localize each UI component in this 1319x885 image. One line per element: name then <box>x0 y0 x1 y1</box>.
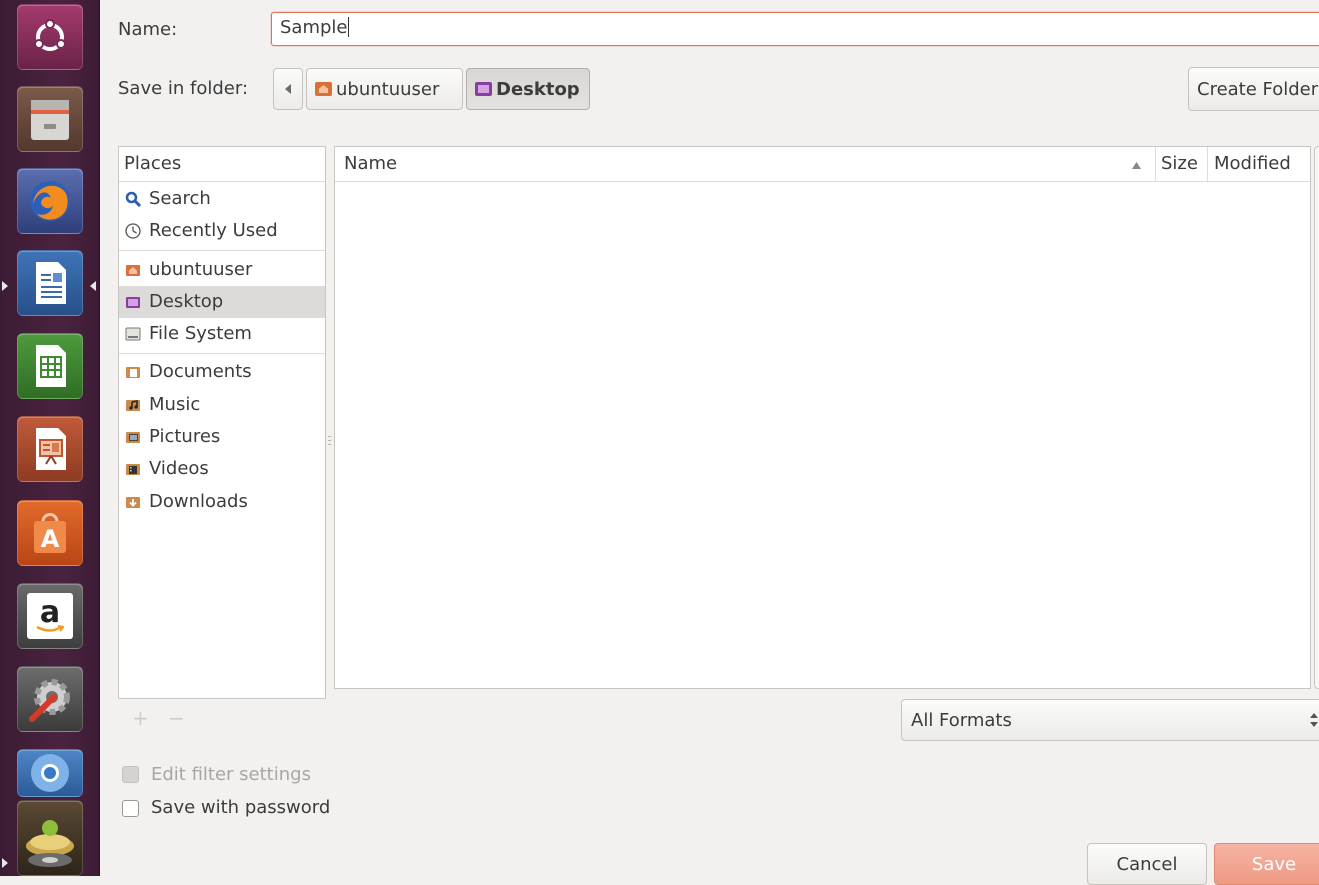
column-header-size[interactable]: Size <box>1161 147 1198 181</box>
save-with-password-label: Save with password <box>151 797 331 818</box>
name-input[interactable]: Sample <box>271 12 1319 46</box>
active-indicator <box>90 281 96 291</box>
expand-indicator <box>2 858 8 868</box>
file-format-value: All Formats <box>911 709 1012 731</box>
place-music[interactable]: Music <box>119 389 325 421</box>
remove-bookmark-button[interactable]: − <box>168 706 185 730</box>
path-back-button[interactable] <box>273 68 303 110</box>
downloads-folder-icon <box>126 497 140 508</box>
add-bookmark-button[interactable]: + <box>132 706 149 730</box>
place-label: Desktop <box>149 291 224 312</box>
home-folder-icon <box>315 82 332 96</box>
path-desktop-label: Desktop <box>496 78 580 100</box>
place-label: Recently Used <box>149 220 278 241</box>
amazon-letter: a <box>39 595 61 630</box>
place-label: Documents <box>149 361 252 382</box>
save-button[interactable]: Save <box>1214 843 1319 885</box>
cancel-button[interactable]: Cancel <box>1087 843 1207 885</box>
place-label: File System <box>149 323 252 344</box>
firefox-icon[interactable] <box>17 168 83 234</box>
pane-splitter-grip[interactable] <box>328 436 331 450</box>
column-header-modified[interactable]: Modified <box>1214 147 1291 181</box>
libreoffice-calc-icon[interactable] <box>17 333 83 399</box>
place-label: Downloads <box>149 491 248 512</box>
desktop-folder-icon <box>126 297 140 308</box>
place-documents[interactable]: Documents <box>119 356 325 388</box>
place-label: Music <box>149 394 201 415</box>
preview-panel-edge <box>1314 146 1319 689</box>
create-folder-button[interactable]: Create Folder <box>1188 67 1319 111</box>
path-ubuntuuser-button[interactable]: ubuntuuser <box>306 68 463 110</box>
launcher: A a <box>0 0 100 876</box>
file-format-select[interactable]: All Formats <box>901 699 1319 741</box>
place-label: Search <box>149 188 211 209</box>
documents-folder-icon <box>126 367 140 378</box>
edit-filter-label: Edit filter settings <box>151 764 311 785</box>
music-folder-icon <box>126 400 140 411</box>
save-label: Save <box>1251 853 1297 875</box>
running-indicator <box>2 281 8 291</box>
place-ubuntuuser[interactable]: ubuntuuser <box>119 254 325 286</box>
place-videos[interactable]: Videos <box>119 453 325 485</box>
file-list[interactable]: Name Size Modified <box>334 146 1311 689</box>
ubuntu-software-center-icon[interactable]: A <box>17 500 83 566</box>
system-settings-icon[interactable] <box>17 666 83 732</box>
search-icon <box>125 191 141 207</box>
name-label: Name: <box>118 19 178 40</box>
place-recently-used[interactable]: Recently Used <box>119 215 325 247</box>
ubuntu-dash-icon[interactable] <box>17 4 83 70</box>
pictures-folder-icon <box>126 432 140 443</box>
place-file-system[interactable]: File System <box>119 318 325 350</box>
places-sidebar: Places Search Recently Used ubuntuuser D… <box>118 146 326 699</box>
drive-icon <box>125 327 141 341</box>
home-folder-icon <box>126 265 140 276</box>
svg-text:A: A <box>41 525 60 553</box>
place-search[interactable]: Search <box>119 183 325 215</box>
place-pictures[interactable]: Pictures <box>119 421 325 453</box>
edit-filter-checkbox[interactable] <box>122 766 139 783</box>
amazon-icon[interactable]: a <box>17 583 83 649</box>
desktop-folder-icon <box>475 82 492 96</box>
name-value: Sample <box>280 17 348 38</box>
sort-ascending-icon <box>1132 162 1141 169</box>
chromium-icon[interactable] <box>17 749 83 797</box>
file-manager-icon[interactable] <box>17 86 83 152</box>
path-desktop-button[interactable]: Desktop <box>466 68 590 110</box>
place-label: Videos <box>149 458 209 479</box>
place-label: ubuntuuser <box>149 259 253 280</box>
place-label: Pictures <box>149 426 221 447</box>
place-desktop[interactable]: Desktop <box>119 286 325 318</box>
places-header: Places <box>124 153 182 174</box>
videos-folder-icon <box>126 464 140 475</box>
place-downloads[interactable]: Downloads <box>119 486 325 518</box>
save-with-password-checkbox[interactable] <box>122 800 139 817</box>
cancel-label: Cancel <box>1116 853 1178 875</box>
save-in-folder-label: Save in folder: <box>118 78 249 99</box>
recent-icon <box>125 223 141 239</box>
path-ubuntuuser-label: ubuntuuser <box>336 78 440 100</box>
libreoffice-impress-icon[interactable] <box>17 416 83 482</box>
libreoffice-writer-icon[interactable] <box>17 250 83 316</box>
select-arrows-icon <box>1310 713 1318 727</box>
chevron-left-icon <box>285 84 291 94</box>
text-caret <box>347 17 349 37</box>
column-header-name[interactable]: Name <box>344 147 397 181</box>
create-folder-label: Create Folder <box>1197 78 1319 100</box>
disk-installer-icon[interactable] <box>17 800 83 876</box>
